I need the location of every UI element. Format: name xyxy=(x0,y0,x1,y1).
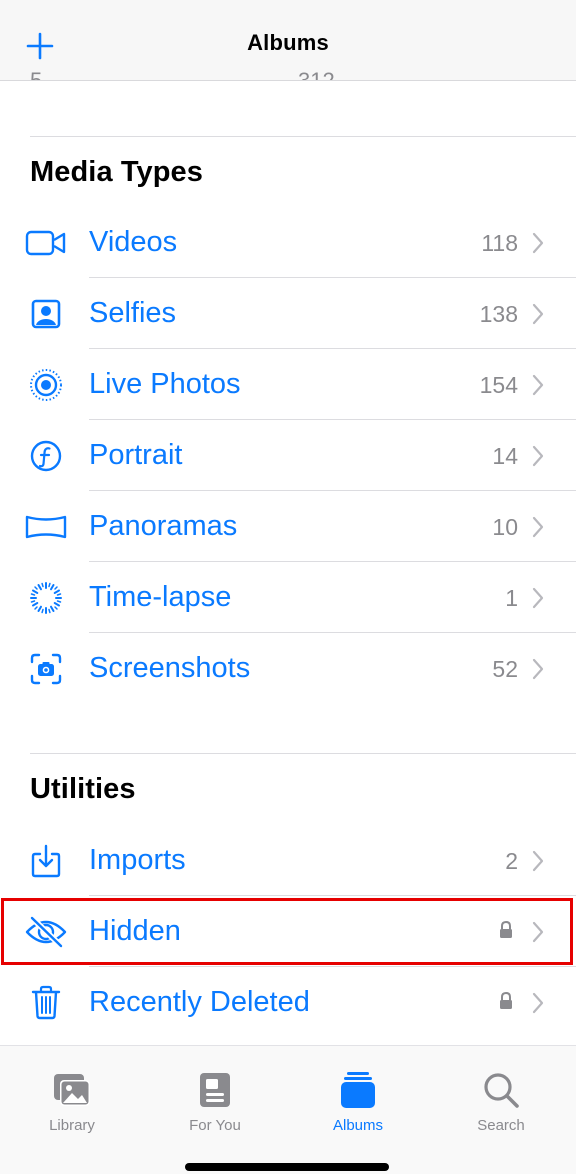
album-label: Panoramas xyxy=(89,510,238,542)
tab-label: Albums xyxy=(332,1117,384,1134)
eye-slash-icon xyxy=(24,913,68,951)
lock-icon xyxy=(500,991,512,1009)
chevron-right-icon xyxy=(532,992,544,1014)
divider xyxy=(30,753,576,754)
album-row-screenshots[interactable]: Screenshots 52 xyxy=(0,633,576,704)
import-icon xyxy=(24,842,68,880)
album-label: Screenshots xyxy=(89,652,251,684)
album-count: 10 xyxy=(492,514,518,540)
divider xyxy=(30,136,576,137)
album-label: Hidden xyxy=(89,915,181,947)
album-label: Recently Deleted xyxy=(89,986,310,1018)
tab-albums[interactable]: Albums xyxy=(298,1064,418,1144)
album-row-portrait[interactable]: Portrait 14 xyxy=(0,420,576,491)
section-title-utilities: Utilities xyxy=(30,773,136,805)
album-row-imports[interactable]: Imports 2 xyxy=(0,825,576,896)
album-row-hidden[interactable]: Hidden xyxy=(0,896,576,967)
chevron-right-icon xyxy=(532,374,544,396)
album-label: Portrait xyxy=(89,439,183,471)
album-label: Imports xyxy=(89,844,186,876)
tab-label: Library xyxy=(49,1117,95,1134)
peek-count-right: 312 xyxy=(298,68,335,81)
lock-icon xyxy=(500,920,512,938)
selfie-icon xyxy=(24,295,68,333)
search-icon xyxy=(484,1073,519,1108)
album-count: 14 xyxy=(492,443,518,469)
album-count: 2 xyxy=(505,848,518,874)
album-label: Live Photos xyxy=(89,368,241,400)
chevron-right-icon xyxy=(532,658,544,680)
album-row-time-lapse[interactable]: Time-lapse 1 xyxy=(0,562,576,633)
library-icon xyxy=(54,1074,90,1106)
album-label: Selfies xyxy=(89,297,177,329)
chevron-right-icon xyxy=(532,445,544,467)
chevron-right-icon xyxy=(532,587,544,609)
albums-icon xyxy=(341,1072,375,1108)
album-row-recently-deleted[interactable]: Recently Deleted xyxy=(0,967,576,1038)
for-you-icon xyxy=(200,1073,230,1107)
album-label: Videos xyxy=(89,226,178,258)
video-icon xyxy=(24,224,68,262)
section-title-media-types: Media Types xyxy=(30,156,204,188)
album-row-panoramas[interactable]: Panoramas 10 xyxy=(0,491,576,562)
portrait-icon xyxy=(24,437,68,475)
album-row-live-photos[interactable]: Live Photos 154 xyxy=(0,349,576,420)
tab-library[interactable]: Library xyxy=(12,1064,132,1144)
chevron-right-icon xyxy=(532,516,544,538)
tab-search[interactable]: Search xyxy=(441,1064,561,1144)
home-indicator[interactable] xyxy=(185,1163,389,1171)
tab-label: Search xyxy=(477,1117,525,1134)
panorama-icon xyxy=(24,508,68,546)
album-row-selfies[interactable]: Selfies 138 xyxy=(0,278,576,349)
tab-bar: Library For You Albums Search xyxy=(0,1045,576,1174)
chevron-right-icon xyxy=(532,303,544,325)
album-count: 118 xyxy=(481,230,518,256)
chevron-right-icon xyxy=(532,850,544,872)
page-title: Albums xyxy=(247,30,329,55)
album-count: 154 xyxy=(479,372,518,398)
album-count: 1 xyxy=(505,585,518,611)
album-count: 52 xyxy=(492,656,518,682)
navigation-bar: 5 312 Albums xyxy=(0,0,576,81)
album-label: Time-lapse xyxy=(89,581,232,613)
peek-count-left: 5 xyxy=(30,68,43,81)
trash-icon xyxy=(24,984,68,1022)
screenshot-icon xyxy=(24,650,68,688)
tab-label: For You xyxy=(189,1117,241,1134)
live-photos-icon xyxy=(24,366,68,404)
album-count: 138 xyxy=(479,301,518,327)
chevron-right-icon xyxy=(532,232,544,254)
timelapse-icon xyxy=(24,579,68,617)
tab-for-you[interactable]: For You xyxy=(155,1064,275,1144)
chevron-right-icon xyxy=(532,921,544,943)
album-row-videos[interactable]: Videos 118 xyxy=(0,207,576,278)
